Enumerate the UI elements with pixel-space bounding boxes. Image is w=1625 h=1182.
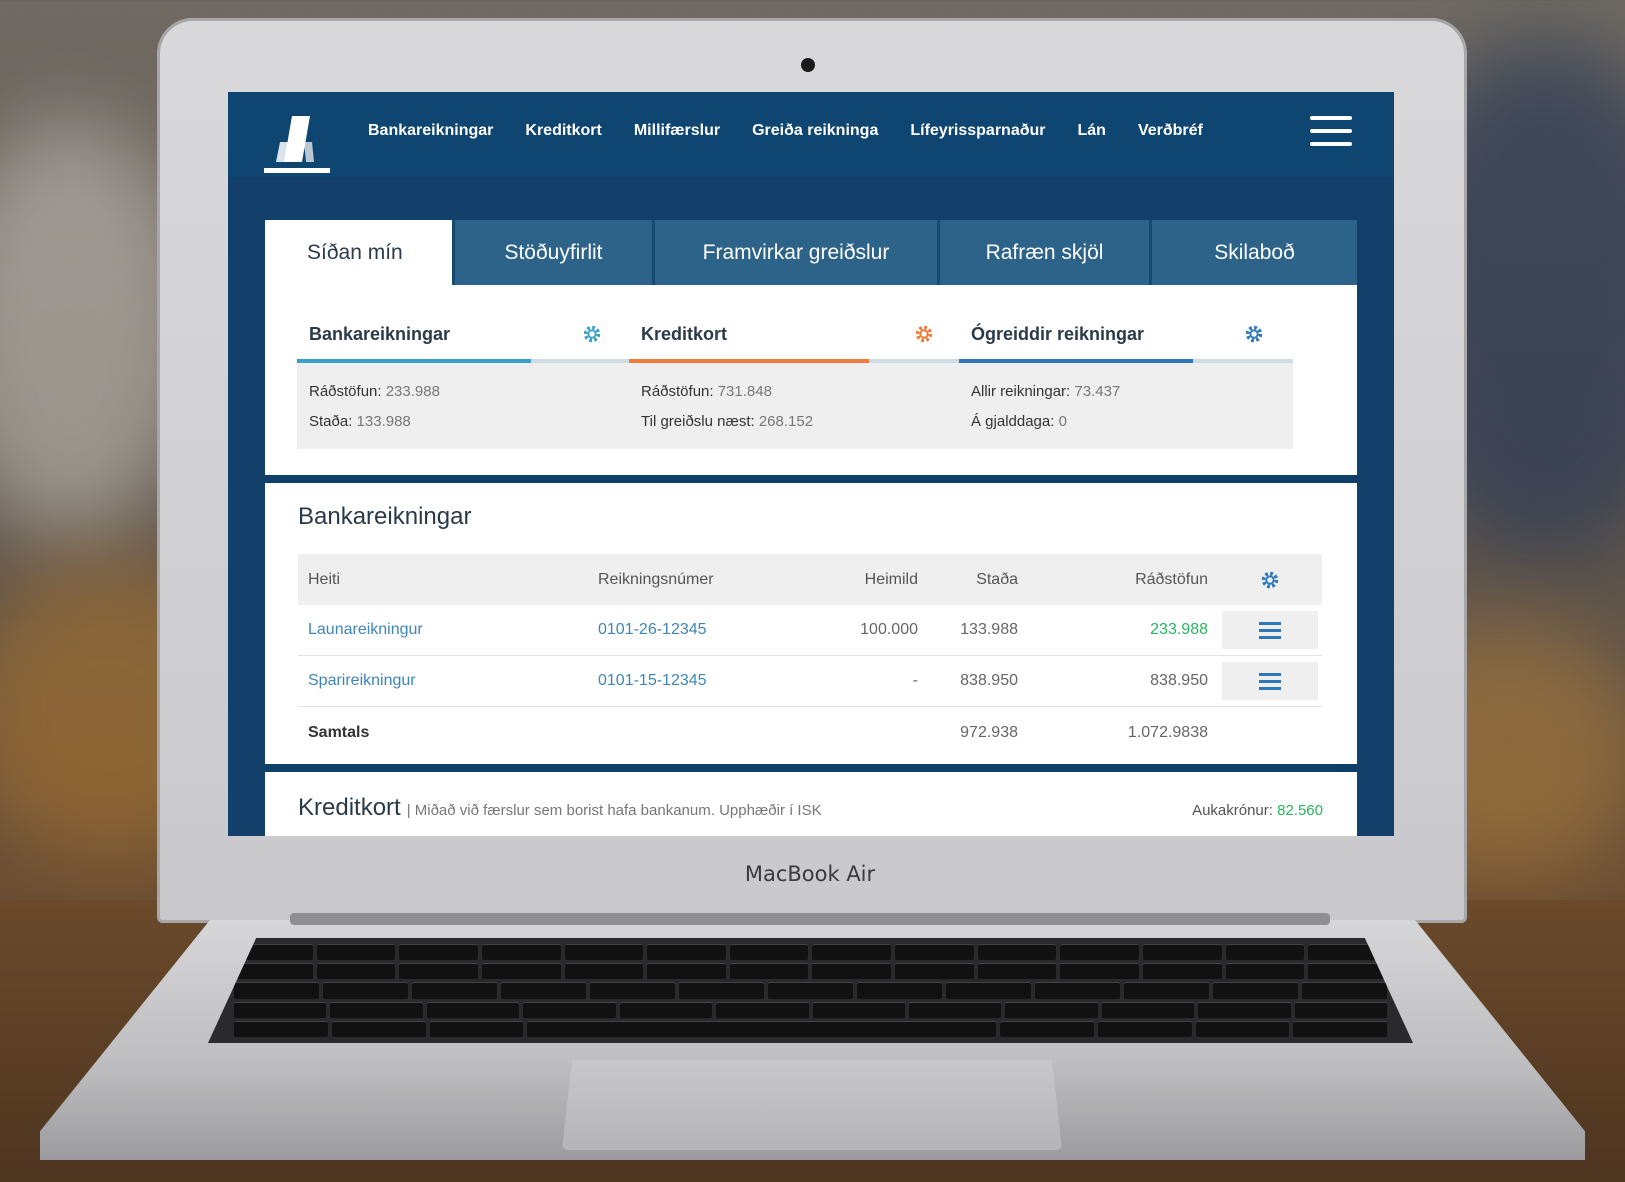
total-label: Samtals <box>308 723 370 741</box>
summary-progress-bar <box>629 359 963 363</box>
settings-gear-icon[interactable] <box>913 323 935 345</box>
summary-progress-bar <box>959 359 1293 363</box>
browser-screen: Bankareikningar Kreditkort Millifærslur … <box>228 92 1394 836</box>
trackpad <box>562 1060 1062 1150</box>
tab-sidan-min[interactable]: Síðan mín <box>265 220 455 285</box>
summary-value: 268.152 <box>758 413 814 430</box>
table-settings-gear-icon[interactable] <box>1259 569 1281 591</box>
row-menu-icon[interactable] <box>1222 611 1318 649</box>
summary-panel: Bankareikningar Ráðstöfun: 233.988 Staða… <box>265 285 1357 475</box>
table-row: Launareikningur 0101-26-12345 100.000 13… <box>298 605 1322 656</box>
credit-title-text: Kreditkort <box>298 794 401 821</box>
summary-value: 731.848 <box>717 383 772 400</box>
summary-label: Ráðstöfun: <box>641 383 714 400</box>
section-title: Bankareikningar <box>298 503 472 530</box>
section-divider <box>265 764 1357 772</box>
logo-underline <box>264 168 330 173</box>
account-name-link[interactable]: Launareikningur <box>298 621 598 639</box>
nav-item-bankareikningar[interactable]: Bankareikningar <box>368 122 493 140</box>
table-total-row: Samtals 972.938 1.072.9838 <box>298 707 1322 758</box>
nav-item-greida-reikninga[interactable]: Greiða reikninga <box>752 122 878 140</box>
account-balance: 133.988 <box>960 621 1018 638</box>
section-divider <box>265 475 1357 483</box>
settings-gear-icon[interactable] <box>1243 323 1265 345</box>
summary-label: Allir reikningar: <box>971 383 1071 400</box>
row-menu-icon[interactable] <box>1222 662 1318 700</box>
summary-value: 0 <box>1058 413 1067 430</box>
credit-section-title: Kreditkort | Miðað við færslur sem borist… <box>298 794 822 822</box>
credit-subtitle: | Miðað við færslur sem borist hafa bank… <box>406 802 822 819</box>
summary-card-bankareikningar[interactable]: Bankareikningar Ráðstöfun: 233.988 Staða… <box>297 309 631 449</box>
tab-framvirkar-greidslur[interactable]: Framvirkar greiðslur <box>655 220 940 285</box>
table-row: Sparireikningur 0101-15-12345 - 838.950 … <box>298 656 1322 707</box>
bank-logo-icon <box>276 116 314 162</box>
summary-label: Ráðstöfun: <box>309 383 382 400</box>
summary-label: Staða: <box>309 413 353 430</box>
laptop-brand-label: MacBook Air <box>744 862 876 886</box>
summary-value: 233.988 <box>385 383 440 400</box>
keyboard <box>208 938 1413 1043</box>
account-name-link[interactable]: Sparireikningur <box>298 672 598 690</box>
summary-card-kreditkort[interactable]: Kreditkort Ráðstöfun: 731.848 Til greiðs… <box>629 309 963 449</box>
tab-stoduyfirlit[interactable]: Stöðuyfirlit <box>455 220 655 285</box>
column-header[interactable]: Heiti <box>298 571 598 589</box>
webcam-icon <box>801 58 815 72</box>
credit-card-section: Kreditkort | Miðað við færslur sem borist… <box>265 772 1357 836</box>
accounts-section: Bankareikningar Heiti Reikningsnúmer Hei… <box>265 483 1357 764</box>
tab-bar: Síðan mín Stöðuyfirlit Framvirkar greiðs… <box>265 220 1357 285</box>
aukakronur-label: Aukakrónur: <box>1192 802 1273 819</box>
aukakronur-value: 82.560 <box>1277 802 1323 819</box>
account-limit: - <box>912 672 918 689</box>
nav-item-kreditkort[interactable]: Kreditkort <box>525 122 601 140</box>
nav-item-millifaerslur[interactable]: Millifærslur <box>634 122 720 140</box>
summary-card-ogreiddir-reikningar[interactable]: Ógreiddir reikningar Allir reikningar: 7… <box>959 309 1293 449</box>
hamburger-menu-icon[interactable] <box>1310 116 1352 146</box>
account-balance: 838.950 <box>960 672 1018 689</box>
summary-label: Til greiðslu næst: <box>641 413 755 430</box>
account-available: 838.950 <box>1150 672 1208 689</box>
summary-label: Á gjalddaga: <box>971 413 1055 430</box>
top-navigation: Bankareikningar Kreditkort Millifærslur … <box>228 92 1394 177</box>
summary-value: 133.988 <box>356 413 411 430</box>
summary-title: Bankareikningar <box>309 323 451 344</box>
nav-item-lifeyrissparnadur[interactable]: Lífeyrissparnaður <box>910 122 1045 140</box>
column-header[interactable]: Reikningsnúmer <box>598 571 808 589</box>
account-number-link[interactable]: 0101-15-12345 <box>598 672 808 690</box>
account-limit: 100.000 <box>860 621 918 638</box>
aukakronur-info: Aukakrónur: 82.560 <box>1192 802 1323 819</box>
column-header[interactable]: Heimild <box>808 571 918 589</box>
account-available: 233.988 <box>1150 621 1208 638</box>
total-available: 1.072.9838 <box>1127 723 1208 741</box>
summary-title: Kreditkort <box>641 323 728 344</box>
summary-progress-bar <box>297 359 631 363</box>
summary-title: Ógreiddir reikningar <box>971 323 1145 344</box>
table-header-row: Heiti Reikningsnúmer Heimild Staða Ráðst… <box>298 554 1322 605</box>
tab-skilabod[interactable]: Skilaboð <box>1152 220 1357 285</box>
nav-item-lan[interactable]: Lán <box>1078 122 1106 140</box>
accounts-table: Heiti Reikningsnúmer Heimild Staða Ráðst… <box>298 554 1322 758</box>
tab-rafraen-skjol[interactable]: Rafræn skjöl <box>940 220 1152 285</box>
total-balance: 972.938 <box>960 723 1018 741</box>
column-header[interactable]: Ráðstöfun <box>1018 571 1218 589</box>
column-header[interactable]: Staða <box>918 571 1018 589</box>
summary-value: 73.437 <box>1074 383 1121 400</box>
laptop-hinge <box>290 913 1330 925</box>
nav-menu: Bankareikningar Kreditkort Millifærslur … <box>368 122 1203 140</box>
account-number-link[interactable]: 0101-26-12345 <box>598 621 808 639</box>
nav-item-verdbref[interactable]: Verðbréf <box>1138 122 1203 140</box>
settings-gear-icon[interactable] <box>581 323 603 345</box>
